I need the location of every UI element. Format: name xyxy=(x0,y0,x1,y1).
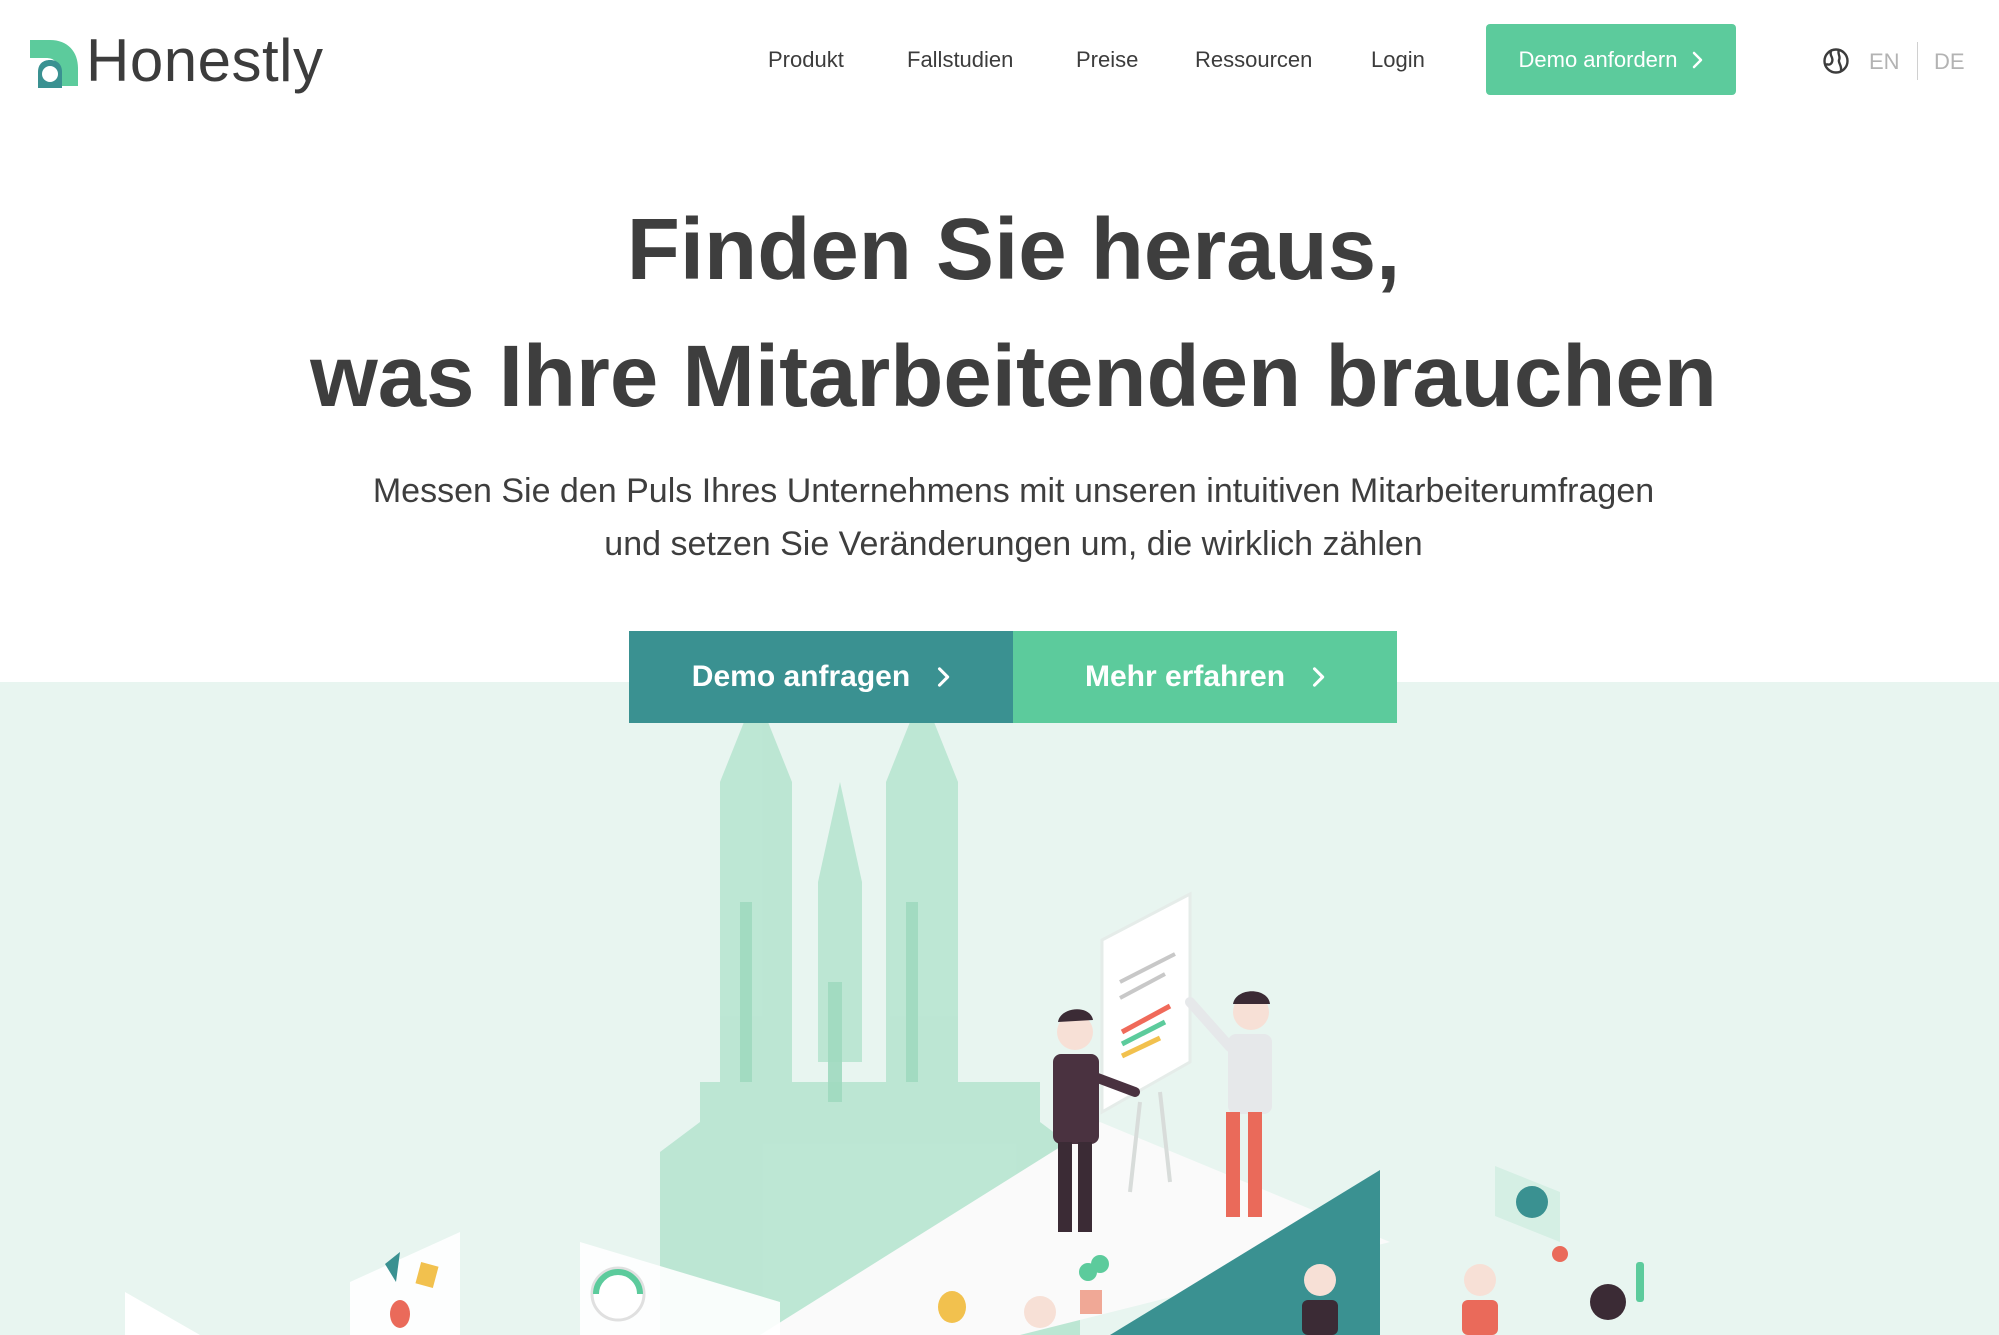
demo-anfordern-label: Demo anfordern xyxy=(1518,46,1678,72)
nav-preise[interactable]: Preise xyxy=(1076,44,1138,76)
mehr-erfahren-label: Mehr erfahren xyxy=(1084,660,1286,693)
mehr-erfahren-button[interactable]: Mehr erfahren xyxy=(1013,631,1397,723)
logo-text: Honestly xyxy=(86,27,324,94)
globe-icon[interactable] xyxy=(1822,47,1850,75)
nav-fallstudien[interactable]: Fallstudien xyxy=(907,44,1013,76)
hero-subtitle-line1: Messen Sie den Puls Ihres Unternehmens m… xyxy=(372,472,1655,510)
chevron-right-icon xyxy=(1313,667,1325,687)
chevron-right-icon xyxy=(938,667,950,687)
logo-mark-icon xyxy=(30,40,78,88)
chevron-right-icon xyxy=(1693,51,1703,68)
site-header: Honestly Produkt Fallstudien Preise Ress… xyxy=(0,0,1999,122)
hero-title-line1: Finden Sie heraus, xyxy=(626,201,1401,298)
hero-illustration xyxy=(125,692,1644,1335)
nav-produkt[interactable]: Produkt xyxy=(768,44,844,76)
demo-anfragen-button[interactable]: Demo anfragen xyxy=(629,631,1013,723)
demo-anfragen-label: Demo anfragen xyxy=(691,660,911,693)
lang-de[interactable]: DE xyxy=(1934,48,1965,76)
lang-en[interactable]: EN xyxy=(1869,48,1900,76)
nav-ressourcen[interactable]: Ressourcen xyxy=(1195,44,1312,76)
hero-title-line2: was Ihre Mitarbeitenden brauchen xyxy=(310,328,1717,425)
honestly-logo[interactable]: Honestly xyxy=(28,26,323,96)
lang-divider xyxy=(1917,42,1918,80)
hero-subtitle-line2: und setzen Sie Veränderungen um, die wir… xyxy=(604,525,1423,563)
demo-anfordern-button[interactable]: Demo anfordern xyxy=(1486,24,1736,95)
nav-login[interactable]: Login xyxy=(1371,44,1425,76)
